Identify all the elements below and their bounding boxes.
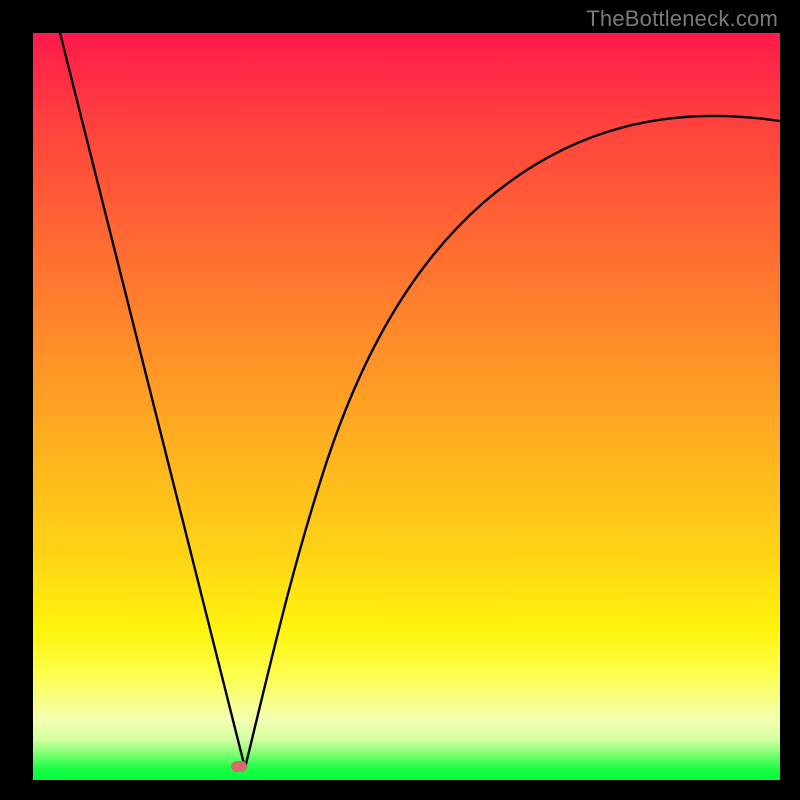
chart-frame: TheBottleneck.com xyxy=(0,0,800,800)
watermark-text: TheBottleneck.com xyxy=(586,6,778,32)
curve-right-branch xyxy=(245,116,780,768)
bottleneck-marker xyxy=(231,761,247,772)
plot-area xyxy=(33,33,780,780)
bottleneck-curve xyxy=(33,33,780,780)
curve-left-branch xyxy=(55,13,245,768)
